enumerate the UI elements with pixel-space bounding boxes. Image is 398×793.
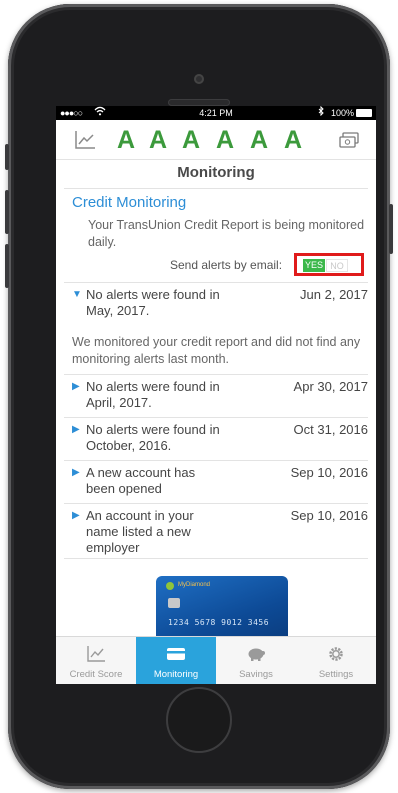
alert-text: No alerts were found in October, 2016. <box>86 422 220 453</box>
divider <box>64 460 368 461</box>
yes-option[interactable]: YES <box>303 259 325 272</box>
tab-settings[interactable]: Settings <box>296 637 376 684</box>
status-bar: ●●●○○ 4:21 PM 100% <box>56 106 376 120</box>
divider <box>64 558 368 559</box>
no-option[interactable]: NO <box>326 259 348 272</box>
mute-switch <box>5 144 9 170</box>
expand-down-icon: ▼ <box>72 289 82 300</box>
tab-monitoring[interactable]: Monitoring <box>136 637 216 684</box>
alert-item[interactable]: ▶ An account in your name listed a new e… <box>72 508 372 560</box>
tab-label: Monitoring <box>153 669 199 680</box>
chart-icon <box>86 645 106 663</box>
app-screen: ●●●○○ 4:21 PM 100% A A A A A A Monitorin… <box>56 106 376 684</box>
section-title: Credit Monitoring <box>72 194 187 211</box>
tab-label: Settings <box>318 669 354 680</box>
grade-letter[interactable]: A <box>112 124 140 156</box>
grade-letter[interactable]: A <box>177 124 205 156</box>
chart-icon[interactable] <box>74 130 96 150</box>
alert-text: An account in your name listed a new emp… <box>86 508 194 555</box>
send-alerts-label: Send alerts by email: <box>170 258 283 272</box>
alert-date: Sep 10, 2016 <box>290 465 368 480</box>
battery-icon <box>356 109 372 117</box>
alert-text: No alerts were found in May, 2017. <box>86 287 220 318</box>
grade-row: A A A A A A <box>56 120 376 160</box>
bluetooth-icon <box>318 106 324 120</box>
front-camera <box>194 74 204 84</box>
divider <box>64 282 368 283</box>
card-brand: MyDiamond <box>178 582 211 588</box>
page-title: Monitoring <box>177 164 255 181</box>
power-button <box>389 204 393 254</box>
tab-savings[interactable]: Savings <box>216 637 296 684</box>
volume-down-button <box>5 244 9 288</box>
money-icon[interactable] <box>338 132 360 150</box>
card-icon <box>166 645 186 663</box>
grade-letter[interactable]: A <box>211 124 239 156</box>
alert-item[interactable]: ▶ No alerts were found in April, 2017. A… <box>72 379 372 415</box>
expand-right-icon: ▶ <box>72 467 80 478</box>
alert-text: No alerts were found in April, 2017. <box>86 379 220 410</box>
expand-right-icon: ▶ <box>72 510 80 521</box>
tab-credit-score[interactable]: Credit Score <box>56 637 136 684</box>
alert-date: Apr 30, 2017 <box>293 379 368 394</box>
divider <box>64 417 368 418</box>
divider <box>64 374 368 375</box>
tab-label: Savings <box>239 669 273 680</box>
alert-text: A new account has been opened <box>86 465 196 496</box>
battery-percent: 100% <box>330 108 354 118</box>
alert-detail: We monitored your credit report and did … <box>72 335 361 366</box>
monitoring-description: Your TransUnion Credit Report is being m… <box>88 218 365 249</box>
volume-up-button <box>5 190 9 234</box>
alert-date: Jun 2, 2017 <box>300 287 368 302</box>
tab-label: Credit Score <box>69 669 123 680</box>
card-logo-icon <box>166 582 174 590</box>
grade-letter[interactable]: A <box>279 124 307 156</box>
card-chip-icon <box>168 598 180 608</box>
alert-date: Sep 10, 2016 <box>290 508 368 523</box>
alert-date: Oct 31, 2016 <box>293 422 368 437</box>
status-time: 4:21 PM <box>199 108 233 118</box>
expand-right-icon: ▶ <box>72 424 80 435</box>
grade-letter[interactable]: A <box>245 124 273 156</box>
divider <box>64 188 368 189</box>
divider <box>64 503 368 504</box>
expand-right-icon: ▶ <box>72 381 80 392</box>
alert-item[interactable]: ▶ A new account has been opened Sep 10, … <box>72 465 372 501</box>
card-number: 1234 5678 9012 3456 <box>168 618 270 627</box>
alert-item[interactable]: ▼ No alerts were found in May, 2017. Jun… <box>72 287 372 323</box>
gear-icon <box>326 645 346 663</box>
piggy-bank-icon <box>246 645 266 663</box>
grade-letter[interactable]: A <box>144 124 172 156</box>
email-alert-toggle[interactable]: YES NO <box>294 253 364 276</box>
home-button[interactable] <box>166 687 232 753</box>
earpiece-speaker <box>168 99 230 106</box>
alert-item[interactable]: ▶ No alerts were found in October, 2016.… <box>72 422 372 458</box>
tab-bar: Credit Score Monitoring Savings Settings <box>56 636 376 684</box>
